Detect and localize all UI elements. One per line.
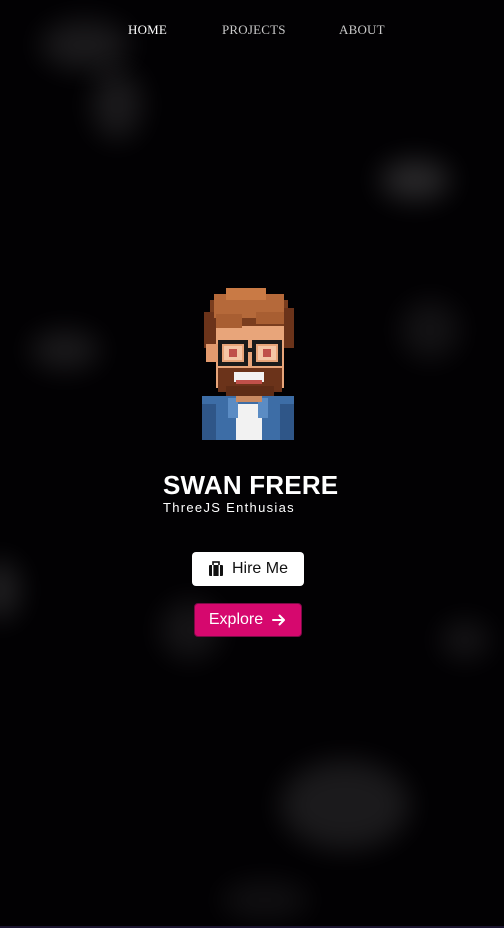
top-nav: HOME PROJECTS ABOUT xyxy=(0,22,504,42)
background-blob xyxy=(220,880,310,920)
background-blob xyxy=(440,620,490,660)
nav-projects-link[interactable]: PROJECTS xyxy=(222,22,286,38)
explore-button[interactable]: Explore xyxy=(194,603,302,637)
background-blob xyxy=(92,70,142,140)
background-blob xyxy=(280,760,410,850)
background-blob xyxy=(400,300,460,360)
arrow-right-icon xyxy=(272,614,286,626)
nav-about-link[interactable]: ABOUT xyxy=(339,22,385,38)
hire-me-label: Hire Me xyxy=(231,560,288,577)
hire-me-button[interactable]: Hire Me xyxy=(192,552,304,586)
background-blob xyxy=(30,330,100,370)
explore-label: Explore xyxy=(208,611,264,628)
hero-name: SWAN FRERE xyxy=(163,470,339,500)
avatar xyxy=(196,286,300,440)
background-blob xyxy=(0,560,20,620)
background-blob xyxy=(380,160,450,200)
pixel-art-developer-avatar-icon xyxy=(202,288,294,440)
briefcase-icon xyxy=(208,561,223,576)
nav-home-link[interactable]: HOME xyxy=(128,22,167,38)
page: HOME PROJECTS ABOUT SWAN FRERE ThreeJS E… xyxy=(0,0,504,928)
hero-subtitle: ThreeJS Enthusias xyxy=(163,500,295,515)
